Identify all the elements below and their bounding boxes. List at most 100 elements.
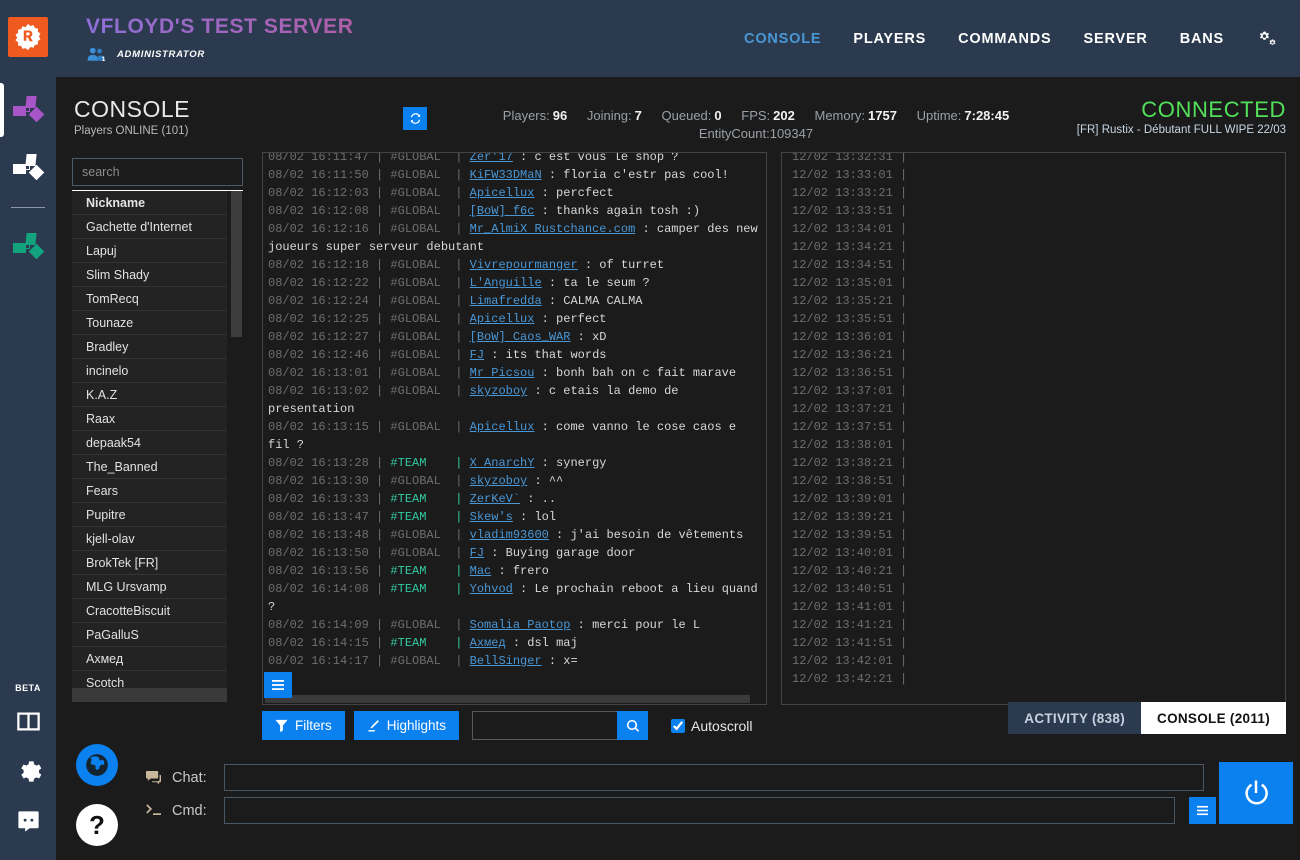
discord-icon[interactable] bbox=[0, 796, 56, 846]
log-username[interactable]: vladim93600 bbox=[470, 528, 549, 542]
log-username[interactable]: KiFW33DMaN bbox=[470, 168, 542, 182]
console-log-hscrollbar[interactable] bbox=[263, 694, 766, 704]
log-timestamp: 08/02 16:13:02 | bbox=[268, 384, 391, 398]
sidebar-server-white[interactable] bbox=[0, 139, 56, 197]
player-list-item[interactable]: incinelo bbox=[72, 359, 227, 383]
role-label: ADMINISTRATOR bbox=[117, 48, 205, 60]
nav-item-players[interactable]: PLAYERS bbox=[853, 31, 926, 47]
log-search-input[interactable] bbox=[472, 711, 618, 740]
player-list-item[interactable]: Raax bbox=[72, 407, 227, 431]
player-list-item[interactable]: CracotteBiscuit bbox=[72, 599, 227, 623]
player-list-item[interactable]: Lapuj bbox=[72, 239, 227, 263]
cmd-input[interactable] bbox=[224, 797, 1175, 824]
tab-activity[interactable]: ACTIVITY (838) bbox=[1008, 702, 1142, 734]
player-list-item[interactable]: Slim Shady bbox=[72, 263, 227, 287]
log-username[interactable]: BellSinger bbox=[470, 654, 542, 668]
settings-gears-icon[interactable] bbox=[1256, 29, 1278, 49]
console-log-menu-button[interactable] bbox=[264, 672, 292, 698]
log-channel: #GLOBAL | bbox=[390, 312, 470, 326]
log-username[interactable]: skyzoboy bbox=[470, 474, 528, 488]
log-username[interactable]: [BoW] f6c bbox=[470, 204, 535, 218]
autoscroll-toggle[interactable]: Autoscroll bbox=[671, 718, 753, 734]
layout-panels-icon[interactable] bbox=[0, 696, 56, 746]
sidebar-server-purple[interactable] bbox=[0, 81, 56, 139]
log-username[interactable]: Vivrepourmanger bbox=[470, 258, 578, 272]
log-timestamp: 08/02 16:12:22 | bbox=[268, 276, 391, 290]
power-button[interactable] bbox=[1219, 762, 1293, 824]
log-message: : bonh bah on c fait marave bbox=[534, 366, 737, 380]
autoscroll-checkbox[interactable] bbox=[671, 718, 686, 733]
log-timestamp: 08/02 16:13:33 | bbox=[268, 492, 391, 506]
log-username[interactable]: skyzoboy bbox=[470, 384, 528, 398]
player-list-item[interactable]: kjell-olav bbox=[72, 527, 227, 551]
player-list-item[interactable]: Pupitre bbox=[72, 503, 227, 527]
globe-button[interactable] bbox=[76, 744, 118, 786]
player-list-item[interactable]: depaak54 bbox=[72, 431, 227, 455]
log-username[interactable]: Mac bbox=[470, 564, 492, 578]
log-channel: #GLOBAL | bbox=[390, 330, 470, 344]
log-username[interactable]: Apicellux bbox=[470, 420, 535, 434]
filters-button[interactable]: Filters bbox=[262, 711, 345, 740]
player-list-scroll-thumb[interactable] bbox=[231, 191, 242, 337]
log-username[interactable]: Mr_AlmiX Rustchance.com bbox=[470, 222, 636, 236]
player-list-scrollbar[interactable] bbox=[230, 191, 243, 702]
nav-item-bans[interactable]: BANS bbox=[1180, 31, 1224, 47]
log-username[interactable]: Apicellux bbox=[470, 312, 535, 326]
server-pinwheel-icon bbox=[13, 96, 45, 124]
log-username[interactable]: Yohvod bbox=[470, 582, 513, 596]
player-list-item[interactable]: Ахмед bbox=[72, 647, 227, 671]
player-list-item[interactable]: The_Banned bbox=[72, 455, 227, 479]
player-list-item[interactable]: Bradley bbox=[72, 335, 227, 359]
activity-log-line: 12/02 13:41:51 | bbox=[792, 636, 908, 650]
log-username[interactable]: L'Anguille bbox=[470, 276, 542, 290]
log-tabs: ACTIVITY (838) CONSOLE (2011) bbox=[1008, 702, 1286, 734]
left-rail: BETA bbox=[0, 0, 56, 860]
log-username[interactable]: Skew's bbox=[470, 510, 513, 524]
list-menu-icon bbox=[272, 680, 284, 690]
log-username[interactable]: FJ bbox=[470, 348, 484, 362]
player-list-item[interactable]: Gachette d'Internet bbox=[72, 215, 227, 239]
console-header: CONSOLE Players ONLINE (101) Players: 96 … bbox=[56, 77, 1300, 151]
tab-console[interactable]: CONSOLE (2011) bbox=[1141, 702, 1286, 734]
players-online-label: Players ONLINE (101) bbox=[74, 125, 189, 137]
log-username[interactable]: [BoW] Caos_WAR bbox=[470, 330, 571, 344]
log-username[interactable]: Zer'17 bbox=[470, 153, 513, 164]
list-menu-icon bbox=[1197, 805, 1208, 816]
log-username[interactable]: Mr Picsou bbox=[470, 366, 535, 380]
chat-input[interactable] bbox=[224, 764, 1204, 791]
log-username[interactable]: FJ bbox=[470, 546, 484, 560]
activity-log-panel[interactable]: 12/02 13:32:31 | 12/02 13:33:01 | 12/02 13… bbox=[781, 152, 1286, 705]
player-list-item[interactable]: PaGalluS bbox=[72, 623, 227, 647]
player-search-input[interactable] bbox=[72, 158, 243, 186]
player-list-item[interactable]: Fears bbox=[72, 479, 227, 503]
log-search-button[interactable] bbox=[617, 711, 649, 740]
log-timestamp: 08/02 16:14:08 | bbox=[268, 582, 391, 596]
help-button[interactable]: ? bbox=[76, 804, 118, 846]
console-log-panel[interactable]: 08/02 16:11:47 | #GLOBAL | Zer'17 : c es… bbox=[262, 152, 767, 705]
player-list-item[interactable]: BrokTek [FR] bbox=[72, 551, 227, 575]
log-username[interactable]: Ахмед bbox=[470, 636, 506, 650]
activity-log-line: 12/02 13:34:01 | bbox=[792, 222, 908, 236]
server-stats: Players: 96 Joining: 7 Queued: 0 FPS: 202 Me… bbox=[446, 105, 1066, 141]
cmd-menu-button[interactable] bbox=[1189, 797, 1216, 824]
console-log-line: 08/02 16:13:50 | #GLOBAL | FJ : Buying g… bbox=[268, 544, 758, 562]
log-username[interactable]: Limafredda bbox=[470, 294, 542, 308]
log-username[interactable]: Apicellux bbox=[470, 186, 535, 200]
gear-icon[interactable] bbox=[0, 746, 56, 796]
player-list-item[interactable]: TomRecq bbox=[72, 287, 227, 311]
activity-log-line: 12/02 13:38:01 | bbox=[792, 438, 908, 452]
rust-gear-r-logo-icon[interactable] bbox=[8, 17, 48, 57]
nav-item-server[interactable]: SERVER bbox=[1084, 31, 1148, 47]
log-username[interactable]: X AnarchY bbox=[470, 456, 535, 470]
console-log-hscroll-thumb[interactable] bbox=[265, 695, 750, 703]
highlights-button[interactable]: Highlights bbox=[353, 711, 460, 740]
log-username[interactable]: Somalia Paotop bbox=[470, 618, 571, 632]
nav-item-console[interactable]: CONSOLE bbox=[744, 31, 821, 47]
nav-item-commands[interactable]: COMMANDS bbox=[958, 31, 1051, 47]
refresh-button[interactable] bbox=[403, 107, 427, 130]
sidebar-server-green[interactable] bbox=[0, 218, 56, 276]
player-list-item[interactable]: Tounaze bbox=[72, 311, 227, 335]
player-list-item[interactable]: K.A.Z bbox=[72, 383, 227, 407]
log-username[interactable]: ZerKeV` bbox=[470, 492, 520, 506]
player-list-item[interactable]: MLG Ursvamp bbox=[72, 575, 227, 599]
